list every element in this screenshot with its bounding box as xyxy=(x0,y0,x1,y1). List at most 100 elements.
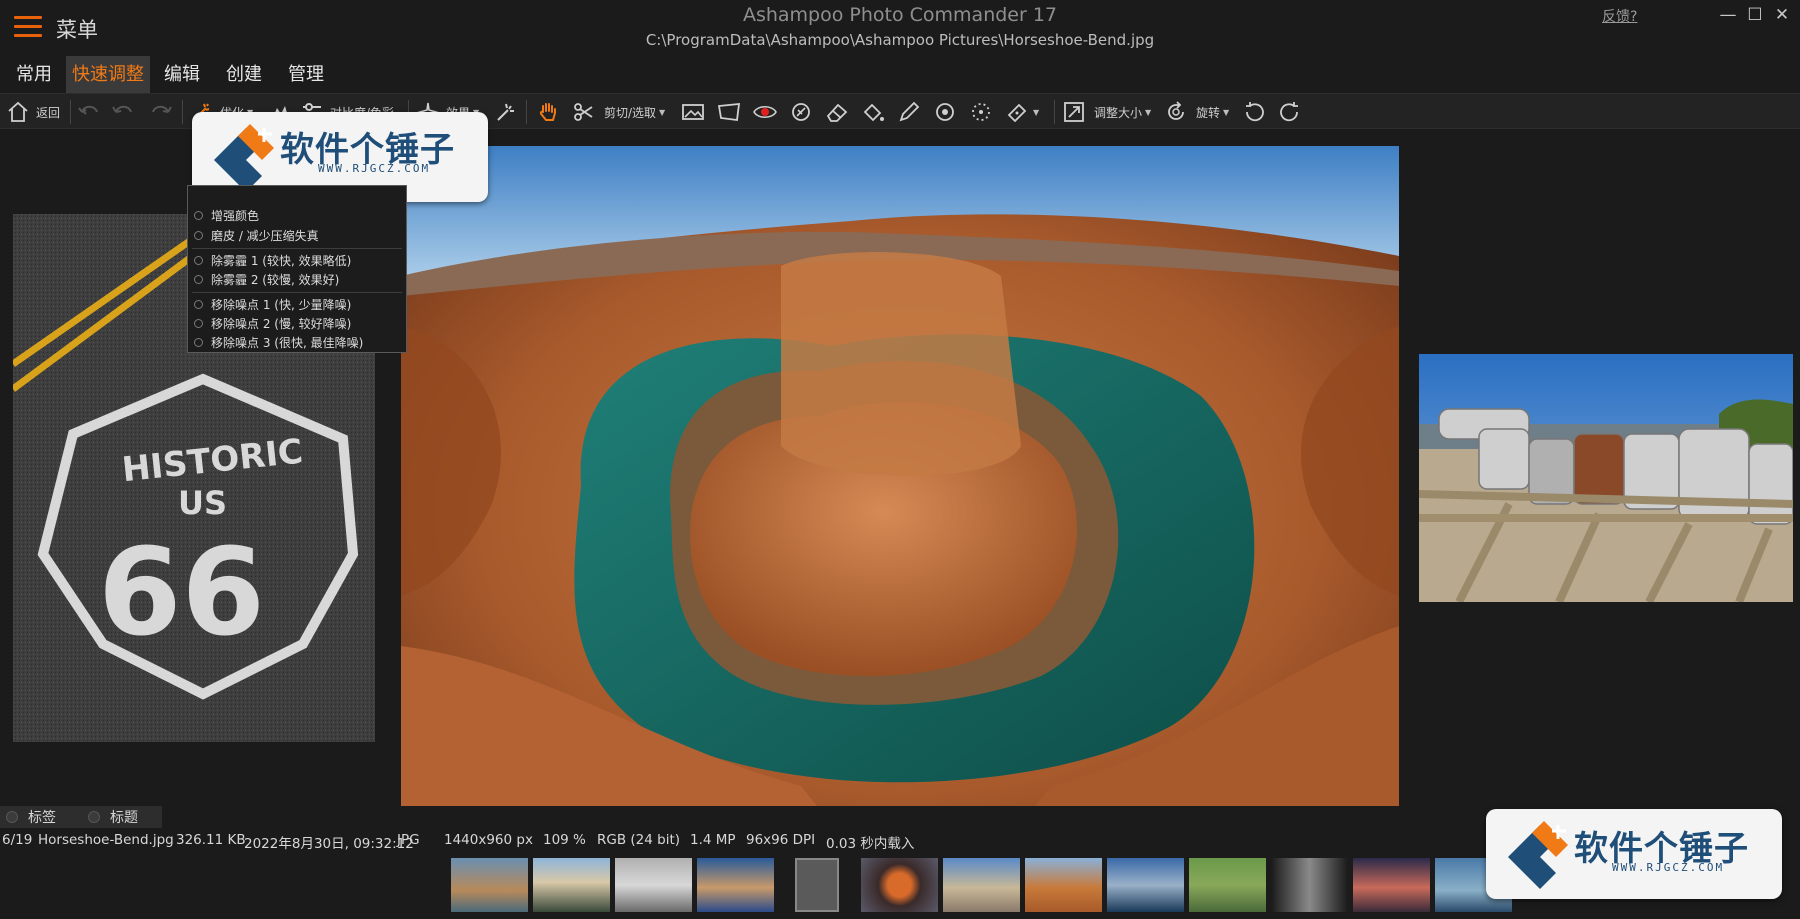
thumbnail[interactable] xyxy=(861,858,938,912)
scissors-icon xyxy=(574,103,593,121)
horseshoe-bend-image xyxy=(401,146,1399,811)
thumbnail-current[interactable] xyxy=(795,858,839,912)
thumbnail[interactable] xyxy=(1025,858,1102,912)
photo-icon xyxy=(682,104,704,120)
menu-item-denoise-1[interactable]: 移除噪点 1 (快, 少量降噪) xyxy=(188,295,406,314)
rotate-right-icon xyxy=(1280,102,1298,122)
thumbnail[interactable] xyxy=(943,858,1020,912)
home-icon xyxy=(8,101,28,122)
back-label: 返回 xyxy=(36,105,61,120)
file-path: C:\ProgramData\Ashampoo\Ashampoo Picture… xyxy=(645,31,1155,49)
status-color-mode: RGB (24 bit) xyxy=(597,832,681,848)
menu-item-denoise-3[interactable]: 移除噪点 3 (很快, 最佳降噪) xyxy=(188,333,406,352)
undo-icon xyxy=(112,105,132,113)
menu-item-enhance-color[interactable]: 增强颜色 xyxy=(188,206,406,225)
rotate-button[interactable]: 旋转 ▼ xyxy=(1164,98,1229,126)
feedback-link[interactable]: 反馈? xyxy=(1602,6,1637,26)
thumbnail[interactable] xyxy=(1107,858,1184,912)
current-photo[interactable] xyxy=(401,146,1399,811)
clone-stamp-icon xyxy=(792,103,810,121)
eraser-button[interactable] xyxy=(824,98,850,126)
tab-create[interactable]: 创建 xyxy=(220,56,268,93)
status-filesize: 326.11 KB xyxy=(176,832,246,848)
redo-button[interactable] xyxy=(148,98,174,126)
watermark-url: WWW.RJGCZ.COM xyxy=(1612,861,1725,874)
tab-quick-adjust[interactable]: 快速调整 xyxy=(66,56,150,93)
close-button[interactable]: ✕ xyxy=(1767,2,1797,28)
menu-item-smooth-skin[interactable]: 磨皮 / 减少压缩失真 xyxy=(188,226,406,245)
resize-label: 调整大小 xyxy=(1094,105,1143,120)
tab-edit[interactable]: 编辑 xyxy=(158,56,206,93)
rotate-left-icon xyxy=(1246,102,1264,122)
brush-effect-button[interactable] xyxy=(494,98,518,126)
tags-toggle-icon xyxy=(6,811,18,823)
eraser-icon xyxy=(826,103,848,122)
thumbnail[interactable] xyxy=(1271,858,1348,912)
watermark-url: WWW.RJGCZ.COM xyxy=(318,162,431,175)
bandage-icon xyxy=(1007,103,1027,123)
thumbnail[interactable] xyxy=(615,858,692,912)
perspective-icon xyxy=(717,102,741,122)
photo-button[interactable] xyxy=(680,98,706,126)
thumbnail[interactable] xyxy=(533,858,610,912)
app-title: Ashampoo Photo Commander 17 xyxy=(742,4,1058,26)
minimize-button[interactable]: — xyxy=(1713,2,1743,28)
tab-tags[interactable]: 标签 xyxy=(0,806,82,828)
optimize-dropdown: 增强颜色 磨皮 / 减少压缩失真 除雾霾 1 (较快, 效果略低) 除雾霾 2 … xyxy=(187,185,407,353)
bandage-button[interactable]: ▼ xyxy=(1004,98,1039,126)
maximize-button[interactable]: ☐ xyxy=(1740,2,1770,28)
retouch-button[interactable] xyxy=(932,98,958,126)
next-photo[interactable] xyxy=(1419,354,1793,602)
resize-icon xyxy=(1064,102,1084,122)
brush-effect-icon xyxy=(497,103,514,121)
svg-text:US: US xyxy=(178,484,227,522)
status-dpi: 96x96 DPI xyxy=(746,832,816,848)
cut-select-label: 剪切/选取 xyxy=(604,105,657,120)
tab-home[interactable]: 常用 xyxy=(10,56,58,93)
menu-item-denoise-2[interactable]: 移除噪点 2 (慢, 较好降噪) xyxy=(188,314,406,333)
dotted-circle-icon xyxy=(972,103,990,121)
title-bar: 菜单 Ashampoo Photo Commander 17 C:\Progra… xyxy=(0,0,1800,54)
status-format: JPG xyxy=(397,832,420,848)
cut-select-button[interactable]: 剪切/选取 ▼ xyxy=(572,98,665,126)
undo-all-icon xyxy=(78,105,98,115)
hand-tool-button[interactable] xyxy=(536,98,560,126)
resize-button[interactable]: 调整大小 ▼ xyxy=(1062,98,1151,126)
thumbnail[interactable] xyxy=(697,858,774,912)
fill-button[interactable] xyxy=(860,98,886,126)
redo-icon xyxy=(152,105,172,113)
tab-manage[interactable]: 管理 xyxy=(282,56,330,93)
title-toggle-icon xyxy=(88,811,100,823)
rotate-label: 旋转 xyxy=(1196,105,1221,120)
pencil-icon xyxy=(899,101,920,122)
status-datetime: 2022年8月30日, 09:32:12 xyxy=(244,836,414,852)
tab-title[interactable]: 标题 xyxy=(82,806,162,828)
perspective-button[interactable] xyxy=(716,98,742,126)
selection-button[interactable] xyxy=(968,98,994,126)
status-zoom: 109 % xyxy=(543,832,586,848)
svg-text:66: 66 xyxy=(98,524,265,663)
mailboxes-image xyxy=(1419,354,1793,602)
pencil-button[interactable] xyxy=(896,98,922,126)
status-load-time: 0.03 秒内载入 xyxy=(826,836,915,852)
menu-item-dehaze-1[interactable]: 除雾霾 1 (较快, 效果略低) xyxy=(188,251,406,270)
red-eye-button[interactable] xyxy=(752,98,778,126)
undo-button[interactable] xyxy=(110,98,136,126)
ribbon-tabs: 常用 快速调整 编辑 创建 管理 xyxy=(0,56,1800,93)
hand-icon xyxy=(539,103,556,121)
undo-all-button[interactable] xyxy=(76,98,102,126)
thumbnail[interactable] xyxy=(1353,858,1430,912)
paint-bucket-icon xyxy=(863,103,884,122)
status-index: 6/19 xyxy=(2,832,33,848)
thumbnail[interactable] xyxy=(1189,858,1266,912)
rotate-right-button[interactable] xyxy=(1278,98,1302,126)
status-megapixels: 1.4 MP xyxy=(690,832,736,848)
rotate-left-button[interactable] xyxy=(1242,98,1266,126)
rotate-icon xyxy=(1168,101,1184,120)
clone-button[interactable] xyxy=(788,98,814,126)
menu-item-dehaze-2[interactable]: 除雾霾 2 (较慢, 效果好) xyxy=(188,270,406,289)
retouch-icon xyxy=(936,103,954,121)
back-button[interactable]: 返回 xyxy=(6,98,60,126)
red-eye-icon xyxy=(753,105,777,119)
thumbnail[interactable] xyxy=(451,858,528,912)
